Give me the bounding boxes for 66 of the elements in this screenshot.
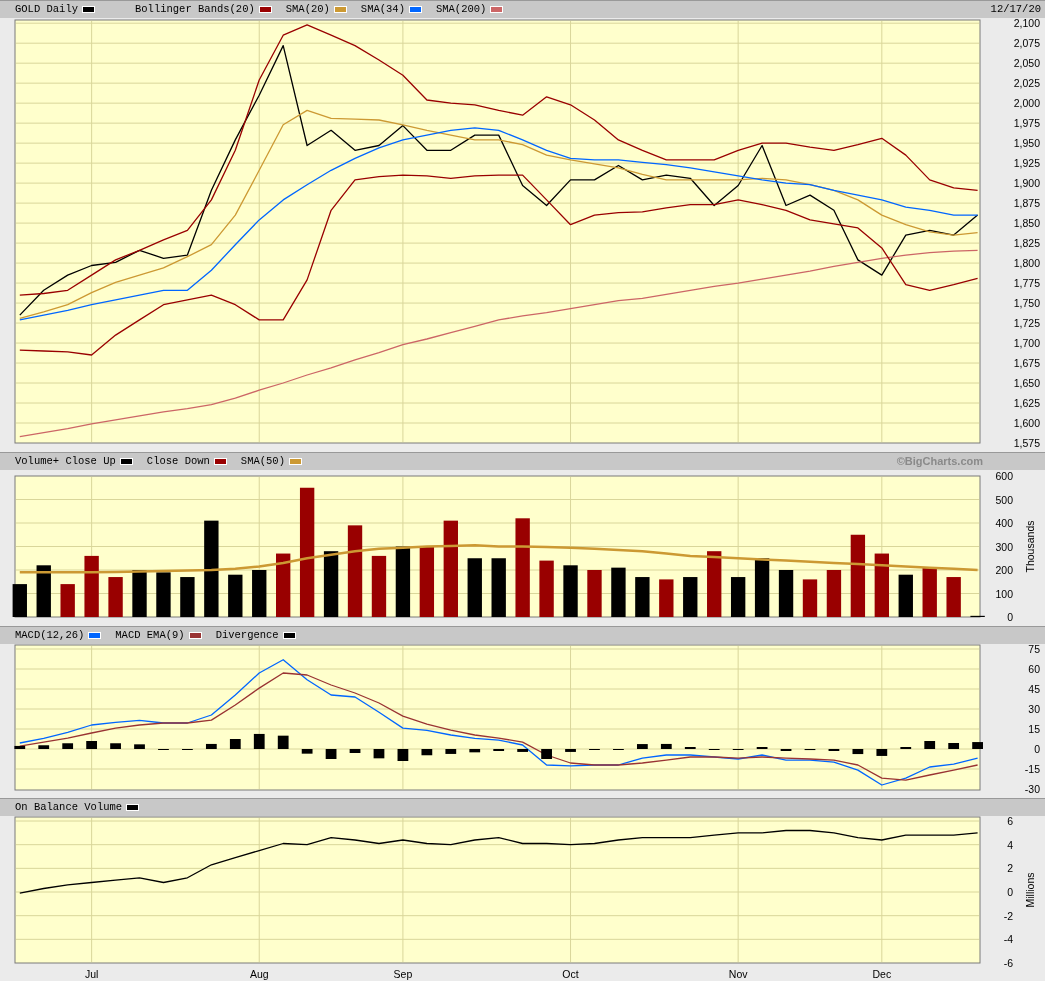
date-label: 12/17/20 xyxy=(990,4,1042,15)
axis-tick-label: 45 xyxy=(1028,683,1040,695)
axis-tick-label: 1,900 xyxy=(1013,177,1040,190)
axis-tick-label: 1,800 xyxy=(1013,257,1040,270)
axis-tick-label: Jul xyxy=(84,968,99,980)
legend-label: SMA(50) xyxy=(240,456,285,467)
axis-tick-label: 2,075 xyxy=(1013,37,1040,50)
axis-tick-label: Nov xyxy=(728,968,748,980)
axis-tick-label: 0 xyxy=(1007,611,1013,623)
legend-label: Close Down xyxy=(146,456,210,467)
axis-tick-label: 75 xyxy=(1028,644,1040,655)
credit-label: ©BigCharts.com xyxy=(896,456,983,467)
legend-label: Volume+ Close Up xyxy=(15,456,116,467)
axis-tick-label: 1,600 xyxy=(1013,417,1040,429)
axis-tick-label: 200 xyxy=(995,564,1013,576)
axis-tick-label: 1,925 xyxy=(1013,157,1040,170)
axis-tick-label: Oct xyxy=(562,968,579,980)
axis-tick-label: -4 xyxy=(1003,933,1013,946)
axis-tick-label: 600 xyxy=(995,470,1013,482)
axis-tick-label: 1,825 xyxy=(1013,237,1040,250)
axis-tick-label: 1,775 xyxy=(1013,277,1040,290)
axis-tick-label: Aug xyxy=(249,968,269,980)
legend-label: GOLD Daily xyxy=(15,4,78,15)
axis-tick-label: 1,575 xyxy=(1013,437,1040,449)
axis-tick-label: 15 xyxy=(1028,723,1040,735)
axis-title: Thousands xyxy=(1024,520,1036,573)
legend-label: SMA(34) xyxy=(360,4,405,15)
axis-tick-label: 1,975 xyxy=(1013,117,1040,130)
legend-label: SMA(200) xyxy=(435,4,487,15)
axis-tick-label: 1,725 xyxy=(1013,317,1040,330)
axis-tick-label: -30 xyxy=(1024,783,1040,795)
axis-tick-label: 1,875 xyxy=(1013,197,1040,210)
axis-tick-label: 4 xyxy=(1007,838,1013,851)
axis-tick-label: 1,650 xyxy=(1013,377,1040,390)
axis-tick-label: 100 xyxy=(995,587,1013,600)
axis-tick-label: 0 xyxy=(1007,886,1013,898)
legend-label: Divergence xyxy=(215,630,279,641)
axis-tick-label: 2,000 xyxy=(1013,97,1040,110)
axis-tick-label: Sep xyxy=(393,968,413,980)
legend-label: Bollinger Bands(20) xyxy=(135,4,255,15)
axis-tick-label: 2,025 xyxy=(1013,77,1040,90)
axis-tick-label: 1,625 xyxy=(1013,397,1040,409)
axis-tick-label: 1,750 xyxy=(1013,297,1040,310)
axis-tick-label: Dec xyxy=(872,968,892,980)
axis-tick-label: 2,050 xyxy=(1013,57,1040,70)
legend-label: MACD(12,26) xyxy=(15,630,85,641)
axis-tick-label: 1,675 xyxy=(1013,357,1040,370)
axis-tick-label: 60 xyxy=(1028,663,1040,675)
axis-tick-label: 0 xyxy=(1034,743,1040,755)
axis-tick-label: 2,100 xyxy=(1013,18,1040,30)
axis-tick-label: 2 xyxy=(1007,862,1013,875)
legend-label: SMA(20) xyxy=(285,4,330,15)
axis-tick-label: 1,950 xyxy=(1013,137,1040,150)
axis-tick-label: -6 xyxy=(1003,957,1013,969)
axis-tick-label: 6 xyxy=(1007,816,1013,827)
legend-label: On Balance Volume xyxy=(15,802,123,813)
axis-tick-label: 1,850 xyxy=(1013,217,1040,230)
axis-tick-label: 400 xyxy=(995,517,1013,529)
legend-label: MACD EMA(9) xyxy=(115,630,185,641)
axis-title: Millions xyxy=(1024,872,1036,908)
axis-tick-label: 1,700 xyxy=(1013,337,1040,350)
axis-tick-label: 300 xyxy=(995,540,1013,553)
axis-tick-label: 30 xyxy=(1028,703,1040,715)
axis-tick-label: -15 xyxy=(1024,763,1040,775)
axis-tick-label: -2 xyxy=(1003,909,1013,922)
axis-tick-label: 500 xyxy=(995,493,1013,506)
